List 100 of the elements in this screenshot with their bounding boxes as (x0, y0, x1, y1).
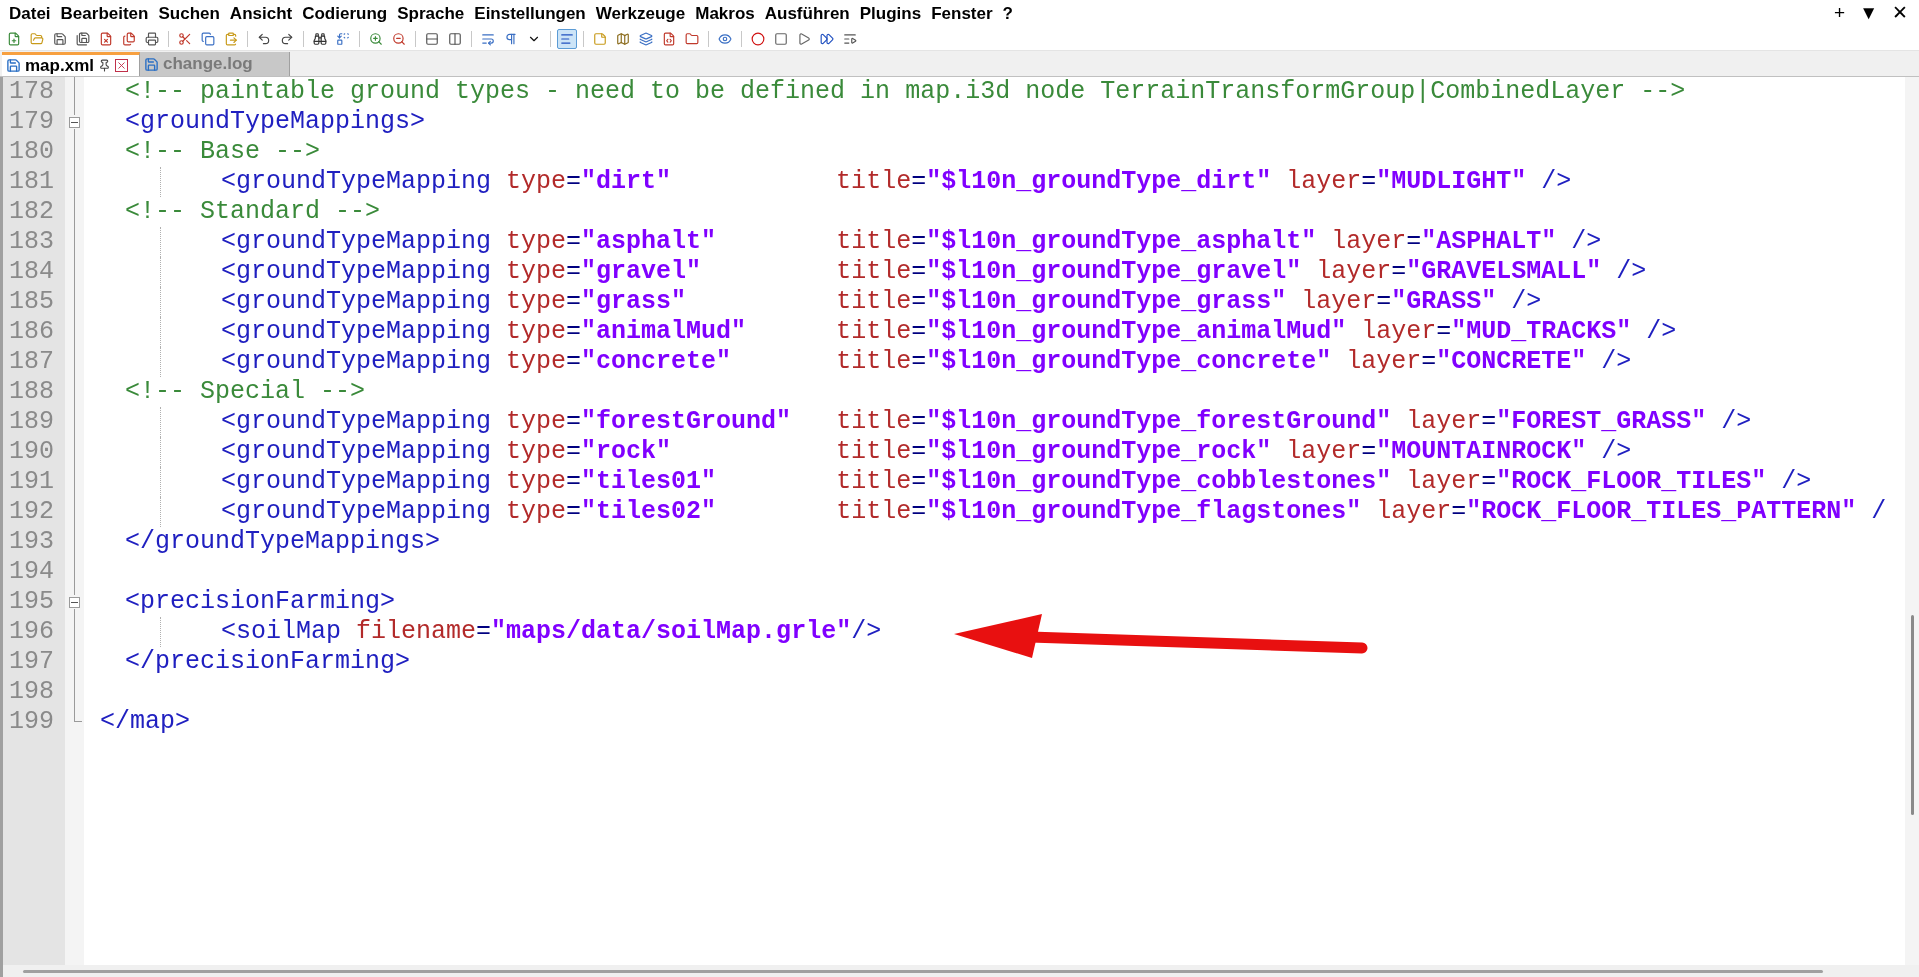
window-control[interactable]: ✕ (1885, 0, 1915, 28)
code-token: "$l10n_groundType_concrete" (926, 346, 1332, 379)
menu-item[interactable]: Datei (4, 0, 56, 27)
scrollbar-thumb[interactable] (1910, 615, 1914, 815)
code-token: "$l10n_groundType_dirt" (926, 166, 1272, 199)
function-list-icon (662, 31, 676, 46)
menu-item[interactable]: Plugins (854, 0, 927, 27)
code-token: = (1376, 286, 1392, 319)
code-token: type (505, 406, 567, 439)
code-token: layer (1315, 256, 1392, 289)
file-tab[interactable]: map.xml (2, 52, 140, 76)
code-token: = (1391, 256, 1407, 289)
code-token: = (911, 436, 927, 469)
folder-icon (685, 31, 699, 46)
menu-item[interactable]: Codierung (297, 0, 393, 27)
code-token: /> (851, 616, 882, 649)
menu-item[interactable]: Fenster (926, 0, 998, 27)
code-token: title (835, 286, 912, 319)
search-icon (313, 31, 327, 46)
window-control[interactable]: ▼ (1852, 0, 1885, 28)
code-token: = (911, 496, 927, 529)
code-token: type (505, 496, 567, 529)
window-control[interactable]: + (1827, 0, 1853, 28)
code-token: <groundTypeMapping (221, 466, 492, 499)
code-token: layer (1405, 406, 1482, 439)
scissors-icon (178, 31, 192, 46)
code-token: /> (1600, 346, 1632, 379)
fold-toggle-icon[interactable] (69, 116, 80, 128)
menu-item[interactable]: Bearbeiten (55, 0, 154, 27)
code-token: /> (1615, 256, 1647, 289)
code-token: "$l10n_groundType_asphalt" (926, 226, 1317, 259)
code-token: "ROCK_FLOOR_TILES_PATTERN" (1466, 496, 1857, 529)
close-file-icon (99, 31, 113, 46)
code-token: = (566, 436, 582, 469)
menu-item[interactable]: Einstellungen (469, 0, 591, 27)
code-token: = (1436, 316, 1452, 349)
code-token: "tiles02" (581, 496, 717, 529)
line-number: 192 (3, 497, 65, 527)
code-token: "$l10n_groundType_gravel" (926, 256, 1302, 289)
floppy-icon (144, 56, 159, 72)
code-token: "dirt" (581, 166, 672, 199)
menu-item[interactable]: Ausführen (759, 0, 855, 27)
code-token: = (911, 286, 927, 319)
scrollbar-thumb[interactable] (23, 969, 1823, 973)
horizontal-scrollbar[interactable] (3, 965, 1919, 977)
code-token: "concrete" (581, 346, 732, 379)
code-comment: <!-- Standard --> (125, 196, 381, 229)
menu-item[interactable]: Ansicht (224, 0, 298, 27)
eye-icon (718, 31, 732, 46)
code-comment: <!-- Base --> (125, 136, 321, 169)
line-number: 196 (3, 617, 65, 647)
code-token: "MUDLIGHT" (1376, 166, 1527, 199)
code-editor[interactable] (0, 77, 1919, 977)
line-number: 189 (3, 407, 65, 437)
paste-icon (224, 31, 238, 46)
code-token: type (505, 436, 567, 469)
code-token: type (505, 316, 567, 349)
code-token: "$l10n_groundType_rock" (926, 436, 1272, 469)
code-token: /> (1510, 286, 1542, 319)
line-number: 185 (3, 287, 65, 317)
code-token: / (1870, 496, 1887, 529)
vertical-scrollbar[interactable] (1905, 77, 1919, 965)
code-token: = (911, 466, 927, 499)
menu-item[interactable]: Sprache (392, 0, 470, 27)
line-number: 191 (3, 467, 65, 497)
replace-icon (336, 31, 350, 46)
code-token: <groundTypeMappings> (125, 106, 426, 139)
code-token: layer (1285, 436, 1362, 469)
menu-item[interactable]: Werkzeuge (590, 0, 691, 27)
menu-item[interactable]: Makros (690, 0, 760, 27)
line-number: 199 (3, 707, 65, 737)
line-number: 184 (3, 257, 65, 287)
code-token: <groundTypeMapping (221, 346, 492, 379)
code-token: type (505, 286, 567, 319)
code-token: "$l10n_groundType_cobblestones" (926, 466, 1392, 499)
code-token: = (911, 346, 927, 379)
code-token: "$l10n_groundType_grass" (926, 286, 1287, 319)
code-token: <groundTypeMapping (221, 436, 492, 469)
wrap-text-icon (481, 31, 495, 46)
code-token: = (911, 226, 927, 259)
menu-item[interactable]: ? (997, 0, 1018, 27)
code-token: title (835, 466, 912, 499)
record-icon (751, 31, 765, 46)
code-token: <groundTypeMapping (221, 316, 492, 349)
fold-toggle-icon[interactable] (69, 596, 80, 608)
new-file-icon (7, 31, 21, 46)
line-number: 181 (3, 167, 65, 197)
code-token: layer (1330, 226, 1407, 259)
code-token: filename (355, 616, 477, 649)
close-all-icon (122, 31, 136, 46)
tab-label: change.log (163, 53, 253, 76)
copy-icon (201, 31, 215, 46)
code-token: type (505, 166, 567, 199)
code-token: = (911, 256, 927, 289)
fold-end-icon (74, 707, 82, 722)
code-token: = (1481, 406, 1497, 439)
code-token: layer (1405, 466, 1482, 499)
code-token: "maps/data/soilMap.grle" (491, 616, 852, 649)
pilcrow-icon (504, 31, 518, 46)
menu-item[interactable]: Suchen (153, 0, 225, 27)
